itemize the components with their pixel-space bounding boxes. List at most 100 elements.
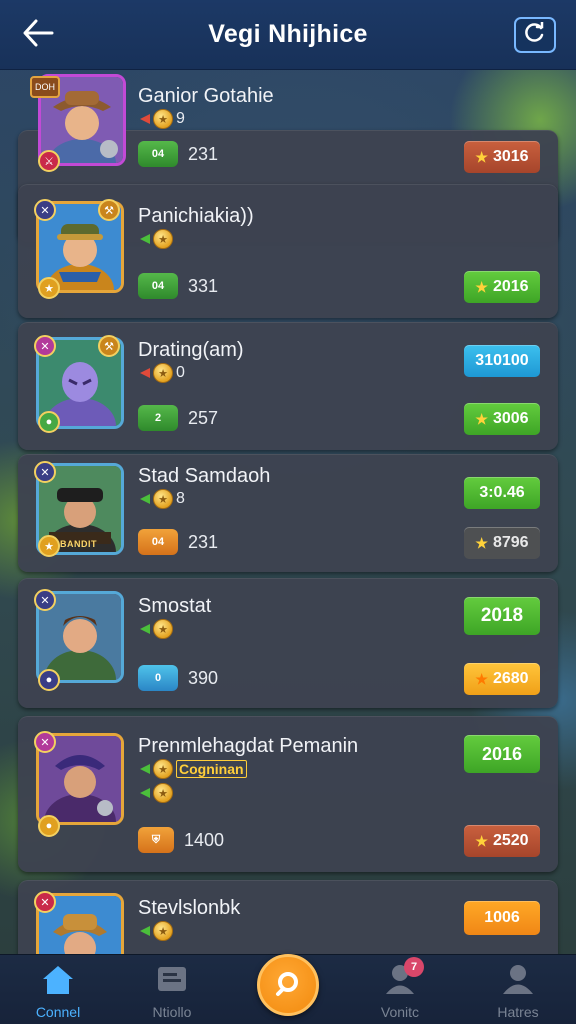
nav-label: Ntiollo (152, 1004, 192, 1020)
class-icon: ✕ (34, 589, 56, 611)
top-app-bar: Vegi Nhijhice (0, 0, 576, 70)
coin-icon: ★ (153, 489, 173, 509)
rank-up-icon (140, 788, 150, 798)
price-button[interactable]: ★ 8796 (464, 527, 540, 559)
player-card[interactable]: ✕ ⚒ ● Drating(am) ★ 0 310100 2 257 ★ 300… (18, 322, 558, 450)
rank-up-icon (140, 926, 150, 936)
player-card[interactable]: ✕ Stevlslonbk ★ 1006 (18, 880, 558, 954)
player-rank: ★ 8 (140, 489, 185, 509)
price-button[interactable]: ★ 3016 (464, 141, 540, 173)
rank-down-icon (140, 368, 150, 378)
star-icon: ★ (475, 148, 488, 165)
stat-badge: 04 (138, 141, 178, 167)
page-title: Vegi Nhijhice (208, 20, 368, 48)
coin-icon: ★ (153, 619, 173, 639)
price-button[interactable]: ★ 2680 (464, 663, 540, 695)
user-notification-icon: 7 (380, 957, 424, 1000)
coin-icon: ★ (153, 363, 173, 383)
player-name: Drating(am) (138, 339, 244, 361)
player-rank: ★ (140, 619, 173, 639)
player-name: Smostat (138, 595, 212, 617)
nav-label: Vonitc (380, 1004, 420, 1020)
class-icon: ✕ (34, 891, 56, 913)
player-stat: 04 231 (138, 141, 218, 167)
stat-badge: 2 (138, 405, 178, 431)
price-top-button[interactable]: 1006 (464, 901, 540, 935)
price-top-button[interactable]: 3:0.46 (464, 477, 540, 509)
star-icon: ★ (475, 670, 488, 687)
refresh-icon (524, 20, 546, 49)
price-button[interactable]: ★ 2016 (464, 271, 540, 303)
star-icon: ★ (475, 832, 488, 849)
level-icon: ⚒ (98, 335, 120, 357)
class-icon: ✕ (34, 731, 56, 753)
star-icon: ★ (475, 410, 488, 427)
level-icon: ⚒ (98, 199, 120, 221)
coin-icon: ★ (153, 109, 173, 129)
player-card[interactable]: ✕ ⚒ ★ Panichiakia)) ★ 04 331 ★ 2016 (18, 184, 558, 318)
star-icon: ★ (475, 534, 488, 551)
star-icon: ★ (475, 278, 488, 295)
nav-profile[interactable]: Hatres (478, 963, 558, 1023)
rank-up-icon (140, 624, 150, 634)
nav-home[interactable]: Connel (18, 963, 98, 1023)
nav-label: Hatres (497, 1004, 539, 1020)
rank-up-icon (140, 234, 150, 244)
player-stat: 04 331 (138, 273, 218, 299)
portrait-label: DOH (30, 76, 60, 98)
player-card[interactable]: ✕ ★ BANDIT Stad Samdaoh ★ 8 3:0.46 04 23… (18, 454, 558, 572)
player-tag: Cogninan (176, 760, 247, 778)
price-top-button[interactable]: 310100 (464, 345, 540, 377)
price-button[interactable]: ★ 3006 (464, 403, 540, 435)
player-subrank: ★ (140, 783, 173, 803)
class-icon: ⚔ (38, 150, 60, 172)
price-top-button[interactable]: 2018 (464, 597, 540, 635)
nav-label: Connel (35, 1004, 81, 1020)
class-icon: ✕ (34, 335, 56, 357)
player-rank: ★ Cogninan (140, 759, 247, 779)
player-stat: 04 231 (138, 529, 218, 555)
rank-up-icon (140, 764, 150, 774)
price-button[interactable]: ★ 2520 (464, 825, 540, 857)
nav-notifications[interactable]: 7 Vonitc (360, 957, 440, 1023)
shield-icon: ⛨ (138, 827, 174, 853)
coin-icon: ★ (153, 759, 173, 779)
player-rank: ★ (140, 229, 173, 249)
rank-icon: ★ (38, 535, 60, 557)
rank-icon: ● (38, 815, 60, 837)
stat-badge: 0 (138, 665, 178, 691)
player-stat: 2 257 (138, 405, 218, 431)
search-icon (273, 968, 303, 1003)
price-top-button[interactable]: 2016 (464, 735, 540, 773)
rank-icon: ★ (38, 277, 60, 299)
coin-icon: ★ (153, 783, 173, 803)
back-button[interactable] (18, 17, 58, 53)
player-name: Ganior Gotahie (138, 85, 274, 107)
center-search-button[interactable] (257, 954, 319, 1016)
back-arrow-icon (21, 18, 55, 53)
stat-badge: 04 (138, 529, 178, 555)
stat-badge: 04 (138, 273, 178, 299)
rank-icon: ● (38, 411, 60, 433)
class-icon: ✕ (34, 199, 56, 221)
home-icon (39, 963, 77, 1000)
player-stat: 0 390 (138, 665, 218, 691)
player-rank: ★ 9 (140, 109, 185, 129)
player-card[interactable]: ✕ ● Prenmlehagdat Pemanin ★ Cogninan ★ 2… (18, 716, 558, 872)
class-icon: ✕ (34, 461, 56, 483)
player-name: Stevlslonbk (138, 897, 241, 919)
player-rank: ★ 0 (140, 363, 185, 383)
player-name: Stad Samdaoh (138, 465, 271, 487)
refresh-button[interactable] (514, 17, 556, 53)
player-card[interactable]: ✕ ● Smostat ★ 2018 0 390 ★ 2680 (18, 578, 558, 708)
document-icon (154, 963, 190, 1000)
player-list[interactable]: Ganior Gotahie ★ 9 04 231 ★ 3016 DOH ⚔ ✕… (0, 70, 576, 954)
rank-down-icon (140, 114, 150, 124)
rank-icon: ● (38, 669, 60, 691)
player-rank: ★ (140, 921, 173, 941)
nav-documents[interactable]: Ntiollo (132, 963, 212, 1023)
portrait-banner: BANDIT (60, 539, 97, 549)
player-name: Prenmlehagdat Pemanin (138, 735, 359, 757)
notification-badge: 7 (404, 957, 424, 977)
player-name: Panichiakia)) (138, 205, 254, 227)
